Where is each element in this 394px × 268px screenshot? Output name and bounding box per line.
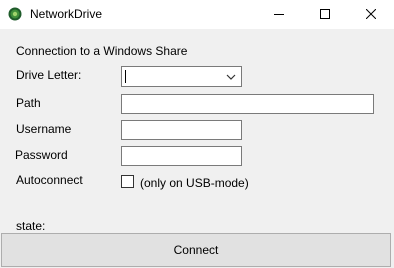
maximize-button[interactable]: [302, 0, 348, 29]
close-icon: [365, 8, 377, 22]
drive-letter-label: Drive Letter:: [16, 68, 82, 82]
title-bar[interactable]: NetworkDrive: [0, 0, 394, 29]
close-button[interactable]: [348, 0, 394, 29]
username-input[interactable]: [121, 120, 242, 140]
path-label: Path: [16, 96, 41, 110]
network-drive-app-icon: [8, 7, 22, 21]
section-heading: Connection to a Windows Share: [16, 44, 188, 58]
networkdrive-window: NetworkDrive Connection to a Windows Sha…: [0, 0, 394, 268]
username-label: Username: [16, 122, 72, 136]
minimize-button[interactable]: [256, 0, 302, 29]
autoconnect-label: Autoconnect: [16, 173, 83, 187]
path-input[interactable]: [121, 94, 374, 114]
state-label: state:: [16, 219, 46, 233]
text-caret: [125, 70, 126, 83]
autoconnect-checkbox[interactable]: [121, 175, 134, 188]
chevron-down-icon[interactable]: [225, 71, 237, 83]
minimize-icon: [274, 8, 284, 22]
form-panel: Connection to a Windows Share Drive Lett…: [0, 29, 394, 268]
connect-button[interactable]: Connect: [1, 233, 391, 267]
drive-letter-dropdown[interactable]: [121, 66, 242, 87]
autoconnect-note[interactable]: (only on USB-mode): [140, 176, 249, 191]
maximize-icon: [320, 8, 330, 22]
password-input[interactable]: [121, 146, 242, 166]
password-label: Password: [15, 148, 68, 162]
window-title: NetworkDrive: [30, 7, 103, 21]
